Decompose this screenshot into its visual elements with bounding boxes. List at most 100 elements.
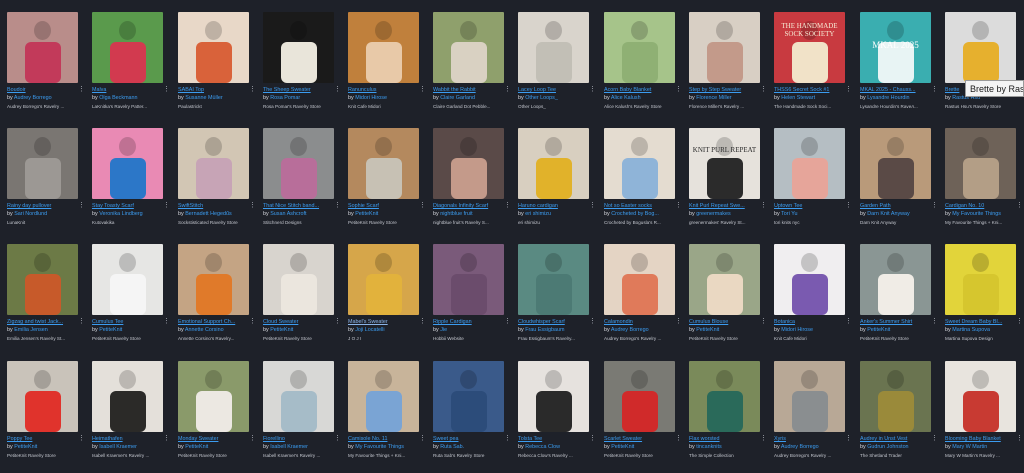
pattern-title-link[interactable]: Cloud Sweater <box>263 319 337 326</box>
more-options-icon[interactable]: ⋮ <box>675 202 682 210</box>
designer-link[interactable]: Jie <box>440 327 447 333</box>
designer-link[interactable]: My Favourite Things <box>952 211 1001 217</box>
designer-link[interactable]: Darn Knit Anyway <box>867 211 910 217</box>
designer-link[interactable]: PetiteKnit <box>867 327 890 333</box>
designer-link[interactable]: Crocheted by Bog... <box>611 211 659 217</box>
more-options-icon[interactable]: ⋮ <box>249 318 256 326</box>
pattern-thumbnail[interactable] <box>518 12 589 83</box>
designer-link[interactable]: Joji Locatelli <box>355 327 384 333</box>
pattern-title-link[interactable]: Anker's Summer Shirt <box>860 319 934 326</box>
designer-link[interactable]: Isabell Kraemer <box>270 444 308 450</box>
more-options-icon[interactable]: ⋮ <box>1016 318 1023 326</box>
pattern-thumbnail[interactable]: MKAL 2025 <box>860 12 931 83</box>
more-options-icon[interactable]: ⋮ <box>78 202 85 210</box>
pattern-thumbnail[interactable] <box>178 12 249 83</box>
more-options-icon[interactable]: ⋮ <box>504 435 511 443</box>
pattern-thumbnail[interactable] <box>689 361 760 432</box>
designer-link[interactable]: Emilia Jensen <box>14 327 48 333</box>
more-options-icon[interactable]: ⋮ <box>249 435 256 443</box>
pattern-title-link[interactable]: Blooming Baby Blanket <box>945 436 1019 443</box>
more-options-icon[interactable]: ⋮ <box>334 86 341 94</box>
more-options-icon[interactable]: ⋮ <box>675 86 682 94</box>
pattern-title-link[interactable]: Cardigan No. 10 <box>945 203 1019 210</box>
pattern-thumbnail[interactable] <box>604 361 675 432</box>
designer-link[interactable]: Susan Ashcroft <box>270 211 306 217</box>
pattern-thumbnail[interactable] <box>92 361 163 432</box>
pattern-thumbnail[interactable] <box>7 12 78 83</box>
pattern-title-link[interactable]: Wabbit the Rabbit <box>433 87 507 94</box>
more-options-icon[interactable]: ⋮ <box>163 318 170 326</box>
pattern-thumbnail[interactable]: THE HANDMADE SOCK SOCIETY <box>774 12 845 83</box>
pattern-thumbnail[interactable] <box>945 361 1016 432</box>
pattern-thumbnail[interactable] <box>263 361 334 432</box>
pattern-title-link[interactable]: Ranunculus <box>348 87 422 94</box>
pattern-title-link[interactable]: Rainy day pullover <box>7 203 81 210</box>
pattern-thumbnail[interactable] <box>860 128 931 199</box>
pattern-thumbnail[interactable] <box>604 128 675 199</box>
designer-link[interactable]: PetiteKnit <box>355 211 378 217</box>
designer-link[interactable]: PetiteKnit <box>696 327 719 333</box>
pattern-title-link[interactable]: That Nice Stitch band... <box>263 203 337 210</box>
designer-link[interactable]: Rebecca Clow <box>525 444 560 450</box>
pattern-thumbnail[interactable] <box>860 244 931 315</box>
pattern-thumbnail[interactable] <box>433 128 504 199</box>
designer-link[interactable]: PetiteKnit <box>99 327 122 333</box>
designer-link[interactable]: Florence Miller <box>696 95 731 101</box>
designer-link[interactable]: PetiteKnit <box>14 444 37 450</box>
pattern-thumbnail[interactable] <box>7 244 78 315</box>
pattern-title-link[interactable]: Sweet Dream Baby Bl... <box>945 319 1019 326</box>
pattern-thumbnail[interactable] <box>178 244 249 315</box>
more-options-icon[interactable]: ⋮ <box>334 318 341 326</box>
pattern-thumbnail[interactable] <box>774 128 845 199</box>
more-options-icon[interactable]: ⋮ <box>931 318 938 326</box>
more-options-icon[interactable]: ⋮ <box>78 86 85 94</box>
pattern-title-link[interactable]: Flax worsted <box>689 436 763 443</box>
pattern-title-link[interactable]: Heimathafen <box>92 436 166 443</box>
pattern-title-link[interactable]: Diagonals Infinity Scarf <box>433 203 507 210</box>
designer-link[interactable]: Alice Kalush <box>611 95 641 101</box>
pattern-title-link[interactable]: Acorn Baby Blanket <box>604 87 678 94</box>
more-options-icon[interactable]: ⋮ <box>249 202 256 210</box>
pattern-thumbnail[interactable] <box>774 361 845 432</box>
designer-link[interactable]: Annette Corsino <box>185 327 224 333</box>
designer-link[interactable]: Midori Hirose <box>781 327 813 333</box>
pattern-title-link[interactable]: Garden Path <box>860 203 934 210</box>
pattern-thumbnail[interactable] <box>774 244 845 315</box>
more-options-icon[interactable]: ⋮ <box>589 86 596 94</box>
designer-link[interactable]: Martina Supova <box>952 327 990 333</box>
pattern-title-link[interactable]: Ripple Cardigan <box>433 319 507 326</box>
more-options-icon[interactable]: ⋮ <box>419 202 426 210</box>
pattern-thumbnail[interactable] <box>689 244 760 315</box>
pattern-thumbnail[interactable] <box>92 12 163 83</box>
more-options-icon[interactable]: ⋮ <box>760 318 767 326</box>
pattern-title-link[interactable]: Camisole No. 11 <box>348 436 422 443</box>
pattern-thumbnail[interactable] <box>518 128 589 199</box>
designer-link[interactable]: greenermakes <box>696 211 730 217</box>
pattern-thumbnail[interactable] <box>604 244 675 315</box>
more-options-icon[interactable]: ⋮ <box>760 202 767 210</box>
pattern-title-link[interactable]: Uptown Tee <box>774 203 848 210</box>
pattern-title-link[interactable]: Mabel's Sweater <box>348 319 422 326</box>
designer-link[interactable]: Helen Stewart <box>781 95 815 101</box>
pattern-title-link[interactable]: Monday Sweater <box>178 436 252 443</box>
pattern-title-link[interactable]: SwiftStitch <box>178 203 252 210</box>
designer-link[interactable]: Susanne Müller <box>185 95 222 101</box>
pattern-title-link[interactable]: THSS6 Secret Sock #1 <box>774 87 848 94</box>
pattern-thumbnail[interactable] <box>178 128 249 199</box>
more-options-icon[interactable]: ⋮ <box>163 435 170 443</box>
pattern-title-link[interactable]: SABAI Top <box>178 87 252 94</box>
pattern-thumbnail[interactable] <box>518 361 589 432</box>
designer-link[interactable]: eri shimizu <box>525 211 551 217</box>
pattern-title-link[interactable]: Zigzag and twist Jack... <box>7 319 81 326</box>
pattern-title-link[interactable]: Cloudwhisper Scarf <box>518 319 592 326</box>
pattern-title-link[interactable]: Emotional Support Ch... <box>178 319 252 326</box>
pattern-title-link[interactable]: Sophie Scarf <box>348 203 422 210</box>
pattern-thumbnail[interactable] <box>92 244 163 315</box>
more-options-icon[interactable]: ⋮ <box>163 202 170 210</box>
designer-link[interactable]: PetiteKnit <box>611 444 634 450</box>
pattern-thumbnail[interactable] <box>945 244 1016 315</box>
pattern-title-link[interactable]: Lacey Loop Tee <box>518 87 592 94</box>
more-options-icon[interactable]: ⋮ <box>249 86 256 94</box>
pattern-title-link[interactable]: Fiorellino <box>263 436 337 443</box>
more-options-icon[interactable]: ⋮ <box>589 318 596 326</box>
